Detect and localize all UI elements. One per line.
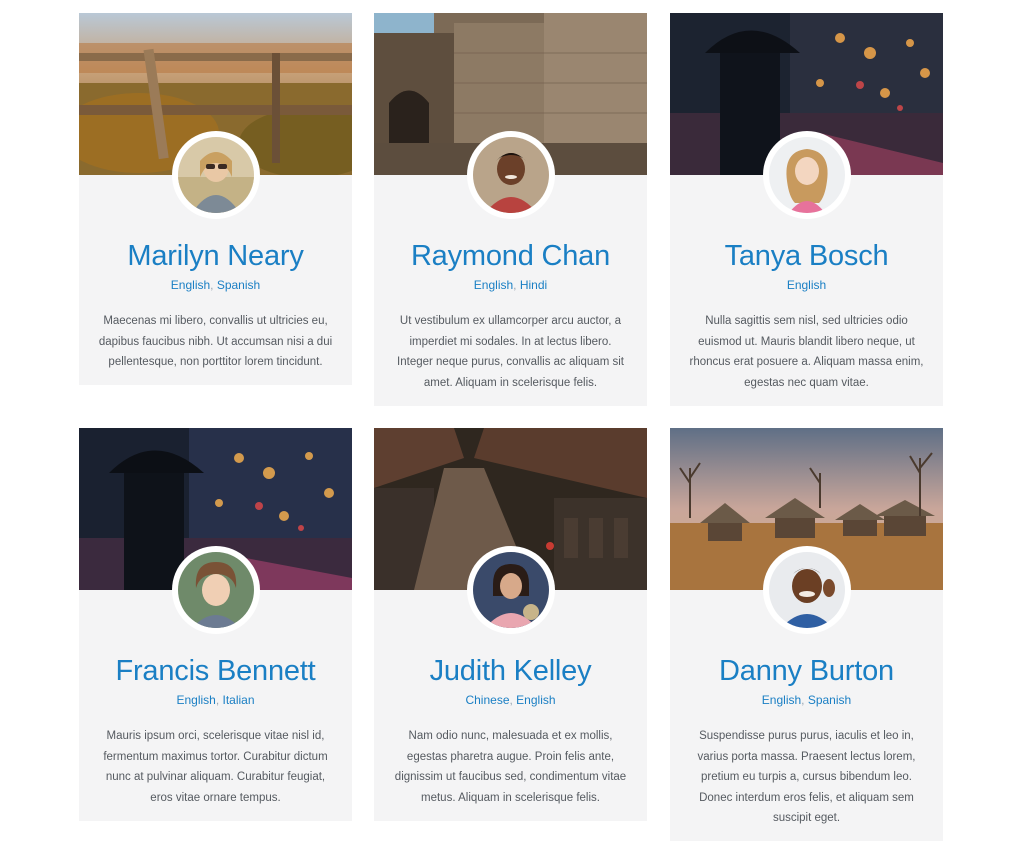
language-link[interactable]: English <box>762 693 801 707</box>
profile-card: Marilyn Neary English, Spanish Maecenas … <box>79 13 352 385</box>
profile-bio: Suspendisse purus purus, iaculis et leo … <box>697 730 916 824</box>
profile-name[interactable]: Raymond Chan <box>374 239 647 273</box>
profile-bio: Mauris ipsum orci, scelerisque vitae nis… <box>103 730 328 804</box>
language-link[interactable]: English <box>171 278 210 292</box>
profile-name[interactable]: Danny Burton <box>670 654 943 688</box>
language-link[interactable]: English <box>787 278 826 292</box>
profile-bio: Nam odio nunc, malesuada et ex mollis, e… <box>394 730 627 804</box>
profile-card: Raymond Chan English, Hindi Ut vestibulu… <box>374 13 647 406</box>
avatar <box>171 546 260 634</box>
languages: English <box>670 277 943 293</box>
language-link[interactable]: English <box>516 693 555 707</box>
profile-bio: Ut vestibulum ex ullamcorper arcu auctor… <box>397 315 624 389</box>
profile-name[interactable]: Judith Kelley <box>374 654 647 688</box>
avatar <box>762 131 851 219</box>
avatar <box>466 546 555 634</box>
languages: English, Hindi <box>473 278 548 292</box>
profile-name[interactable]: Tanya Bosch <box>670 239 943 273</box>
avatar <box>171 131 260 219</box>
language-link[interactable]: Chinese <box>465 693 509 707</box>
languages: Chinese, English <box>465 693 556 707</box>
language-link[interactable]: Italian <box>223 693 255 707</box>
languages: English, Spanish <box>170 278 261 292</box>
language-link[interactable]: English <box>474 278 513 292</box>
languages: English, Spanish <box>761 693 852 707</box>
profile-bio: Nulla sagittis sem nisl, sed ultricies o… <box>689 315 924 389</box>
profile-name[interactable]: Marilyn Neary <box>79 239 352 273</box>
language-link[interactable]: Spanish <box>217 278 260 292</box>
profile-card-grid: Marilyn Neary English, Spanish Maecenas … <box>0 0 1024 857</box>
profile-bio: Maecenas mi libero, convallis ut ultrici… <box>98 315 333 368</box>
avatar <box>762 546 851 634</box>
profile-name[interactable]: Francis Bennett <box>79 654 352 688</box>
language-link[interactable]: Hindi <box>520 278 547 292</box>
avatar <box>466 131 555 219</box>
profile-card: Judith Kelley Chinese, English Nam odio … <box>374 428 647 821</box>
language-link[interactable]: Spanish <box>808 693 851 707</box>
profile-card: Francis Bennett English, Italian Mauris … <box>79 428 352 821</box>
profile-card: Danny Burton English, Spanish Suspendiss… <box>670 428 943 841</box>
languages: English, Italian <box>176 693 255 707</box>
language-link[interactable]: English <box>176 693 215 707</box>
profile-card: Tanya Bosch English Nulla sagittis sem n… <box>670 13 943 406</box>
